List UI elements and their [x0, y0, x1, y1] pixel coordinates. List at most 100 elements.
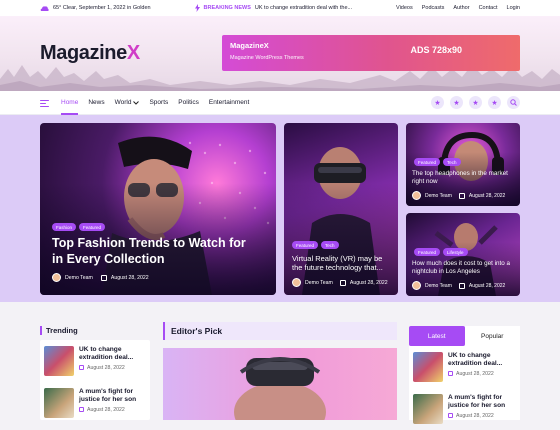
- editors-pick-title: Editor's Pick: [163, 322, 397, 340]
- author-name[interactable]: Demo Team: [65, 275, 93, 281]
- list-thumbnail: [44, 388, 74, 418]
- post-date: August 28, 2022: [349, 279, 388, 286]
- featured-main-title[interactable]: Top Fashion Trends to Watch for in Every…: [52, 236, 252, 267]
- list-item-date: August 28, 2022: [79, 407, 146, 413]
- card-tags: Featured Tech: [292, 241, 339, 249]
- trending-title: Trending: [40, 326, 78, 335]
- card-overlay: [40, 123, 276, 295]
- top-link-videos[interactable]: Videos: [396, 5, 413, 11]
- tag-featured[interactable]: Featured: [292, 241, 319, 249]
- featured-right-top-card[interactable]: Featured Tech The top headphones in the …: [406, 123, 520, 206]
- breaking-news[interactable]: BREAKING NEWS UK to change extradition d…: [194, 4, 352, 12]
- list-item-title[interactable]: UK to change extradition deal...: [448, 352, 516, 368]
- lightning-icon: [194, 4, 200, 12]
- top-link-author[interactable]: Author: [453, 5, 469, 11]
- featured-middle-title[interactable]: Virtual Reality (VR) may be the future t…: [292, 254, 392, 273]
- calendar-icon: [79, 407, 84, 413]
- top-links: Videos Podcasts Author Contact Login: [396, 5, 520, 11]
- avatar: [412, 281, 421, 290]
- site-logo[interactable]: MagazineX: [40, 42, 140, 65]
- tab-popular[interactable]: Popular: [464, 326, 520, 346]
- featured-right-bottom-title[interactable]: How much does it cost to get into a nigh…: [412, 260, 518, 276]
- editors-pick-image[interactable]: [163, 348, 397, 420]
- hamburger-menu-icon[interactable]: [40, 98, 50, 108]
- tag-fashion[interactable]: Fashion: [52, 223, 77, 231]
- featured-right-bottom-card[interactable]: Featured Lifestyle How much does it cost…: [406, 213, 520, 296]
- featured-middle-card[interactable]: Featured Tech Virtual Reality (VR) may b…: [284, 123, 398, 295]
- top-link-podcasts[interactable]: Podcasts: [422, 5, 445, 11]
- nav-item-sports[interactable]: Sports: [144, 91, 173, 115]
- weather-text: 65° Clear, September 1, 2022 in Golden: [53, 5, 151, 11]
- trending-list: UK to change extradition deal... August …: [40, 340, 150, 420]
- featured-right-top-title[interactable]: The top headphones in the market right n…: [412, 170, 516, 186]
- nav-items: Home News World Sports Politics Entertai…: [56, 91, 254, 115]
- nav-item-entertainment[interactable]: Entertainment: [204, 91, 254, 115]
- calendar-icon: [339, 279, 346, 286]
- chevron-down-icon: [133, 100, 140, 105]
- search-icon[interactable]: [507, 96, 520, 109]
- latest-list: UK to change extradition deal... August …: [409, 346, 520, 424]
- list-item[interactable]: A mum's fight for justice for her son Au…: [409, 388, 520, 430]
- list-item-date: August 28, 2022: [79, 365, 146, 371]
- tag-featured[interactable]: Featured: [414, 248, 441, 256]
- vr-user-image: [234, 357, 326, 420]
- star-icon[interactable]: ★: [450, 96, 463, 109]
- latest-popular-tabs: Latest Popular: [409, 326, 520, 346]
- calendar-icon: [458, 192, 465, 199]
- tag-lifestyle[interactable]: Lifestyle: [443, 248, 468, 256]
- card-meta: Demo Team August 28, 2022: [412, 281, 505, 290]
- breaking-headline[interactable]: UK to change extradition deal with the..…: [255, 5, 352, 11]
- card-tags: Fashion Featured: [52, 223, 106, 231]
- top-bar: 65° Clear, September 1, 2022 in Golden B…: [0, 0, 560, 16]
- post-date: August 28, 2022: [468, 282, 506, 289]
- list-item-title[interactable]: A mum's fight for justice for her son: [448, 394, 516, 410]
- calendar-icon: [448, 413, 453, 419]
- list-item[interactable]: UK to change extradition deal... August …: [40, 340, 150, 382]
- nav-icons: ★ ★ ★ ★: [431, 96, 520, 109]
- list-item-date: August 28, 2022: [448, 371, 516, 377]
- editors-pick-section: Editor's Pick: [163, 322, 397, 420]
- list-item[interactable]: UK to change extradition deal... August …: [409, 346, 520, 388]
- card-tags: Featured Lifestyle: [414, 248, 468, 256]
- star-icon[interactable]: ★: [469, 96, 482, 109]
- top-link-login[interactable]: Login: [507, 5, 520, 11]
- card-tags: Featured Tech: [414, 158, 461, 166]
- ad-size-label: ADS 728x90: [410, 45, 462, 55]
- trending-header: Trending: [40, 326, 78, 335]
- nav-item-news[interactable]: News: [83, 91, 109, 115]
- ad-banner[interactable]: MagazineX Magazine WordPress Themes ADS …: [222, 35, 520, 71]
- list-item[interactable]: A mum's fight for justice for her son Au…: [40, 382, 150, 424]
- weather-icon: [40, 5, 49, 11]
- nav-item-world[interactable]: World: [110, 91, 145, 115]
- top-link-contact[interactable]: Contact: [479, 5, 498, 11]
- nav-item-home[interactable]: Home: [56, 91, 83, 115]
- tag-featured[interactable]: Featured: [414, 158, 441, 166]
- author-name[interactable]: Demo Team: [425, 283, 452, 289]
- main-nav: Home News World Sports Politics Entertai…: [0, 91, 560, 115]
- tag-featured[interactable]: Featured: [79, 223, 106, 231]
- calendar-icon: [79, 365, 84, 371]
- ad-title: MagazineX: [230, 41, 269, 50]
- star-icon[interactable]: ★: [431, 96, 444, 109]
- list-thumbnail: [44, 346, 74, 376]
- tag-tech[interactable]: Tech: [321, 241, 339, 249]
- logo-text: Magazine: [40, 42, 127, 64]
- list-thumbnail: [413, 352, 443, 382]
- calendar-icon: [448, 371, 453, 377]
- tag-tech[interactable]: Tech: [443, 158, 461, 166]
- tab-latest[interactable]: Latest: [409, 326, 465, 346]
- calendar-icon: [458, 282, 465, 289]
- author-name[interactable]: Demo Team: [425, 193, 452, 199]
- nav-item-politics[interactable]: Politics: [173, 91, 204, 115]
- list-item-title[interactable]: UK to change extradition deal...: [79, 346, 146, 362]
- card-meta: Demo Team August 28, 2022: [412, 191, 505, 200]
- calendar-icon: [100, 274, 107, 281]
- avatar: [412, 191, 421, 200]
- list-item-title[interactable]: A mum's fight for justice for her son: [79, 388, 146, 404]
- avatar: [52, 273, 61, 282]
- post-date: August 28, 2022: [110, 274, 149, 281]
- author-name[interactable]: Demo Team: [305, 280, 333, 286]
- star-icon[interactable]: ★: [488, 96, 501, 109]
- post-date: August 28, 2022: [468, 192, 506, 199]
- featured-main-card[interactable]: Fashion Featured Top Fashion Trends to W…: [40, 123, 276, 295]
